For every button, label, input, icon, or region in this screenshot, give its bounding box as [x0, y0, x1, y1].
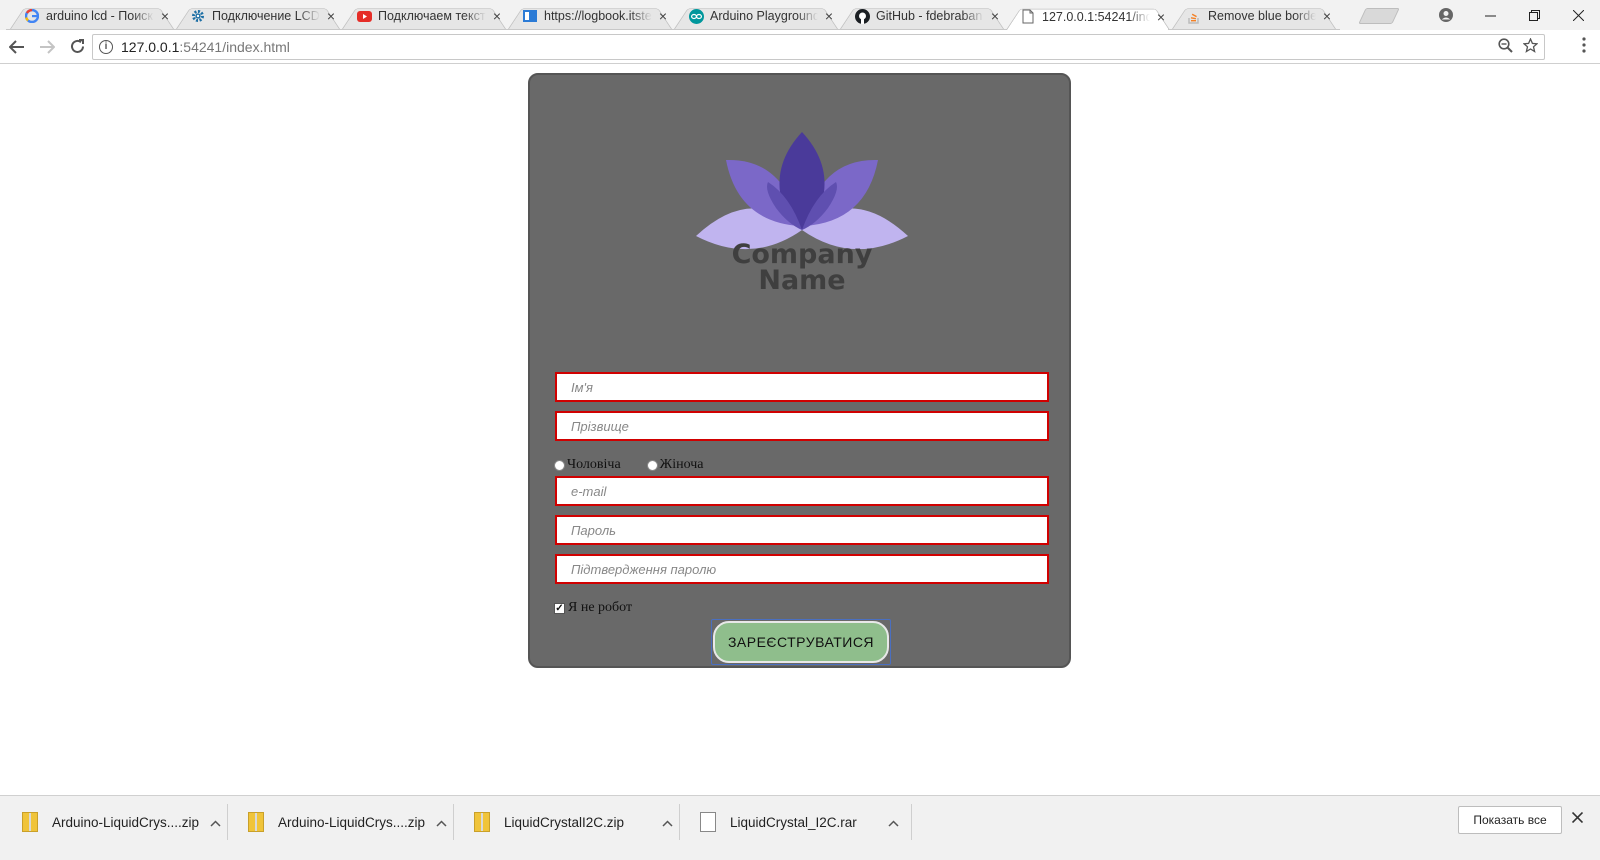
zoom-icon[interactable]: [1498, 38, 1513, 57]
file-icon: [700, 812, 716, 832]
register-button[interactable]: ЗАРЕЄСТРУВАТИСЯ: [713, 621, 889, 663]
reload-icon[interactable]: [64, 34, 90, 60]
zip-file-icon: [248, 812, 264, 832]
github-icon: [854, 8, 870, 24]
gear-icon: [190, 8, 206, 24]
close-icon[interactable]: ×: [490, 8, 504, 24]
forward-icon[interactable]: [34, 34, 60, 60]
tab-strip: arduino lcd - Поиск × Подключение LCD × …: [0, 0, 1600, 30]
registration-card: Company Name Чоловіча Жіноча ✓ Я не робо…: [528, 73, 1071, 668]
tab-title: arduino lcd - Поиск: [46, 9, 153, 23]
url-path: :54241/index.html: [179, 39, 290, 55]
tab-5[interactable]: GitHub - fdebraban ×: [836, 3, 1008, 30]
omnibox-actions: [1498, 37, 1539, 57]
tab-title: GitHub - fdebraban: [876, 9, 983, 23]
account-icon[interactable]: [1424, 1, 1468, 29]
submit-focus-ring: ЗАРЕЄСТРУВАТИСЯ: [711, 619, 891, 665]
info-icon[interactable]: i: [99, 40, 113, 54]
google-icon: [24, 8, 40, 24]
close-icon[interactable]: ×: [1154, 9, 1168, 25]
tab-2[interactable]: Подключаем тексто ×: [338, 3, 510, 30]
radio-female-label: Жіноча: [659, 457, 704, 472]
download-filename: LiquidCrystal_I2C.rar: [730, 814, 857, 830]
url-host: 127.0.0.1: [121, 39, 180, 55]
show-all-downloads-button[interactable]: Показать все: [1458, 806, 1562, 834]
address-bar[interactable]: i 127.0.0.1:54241/index.html: [92, 34, 1545, 60]
gender-selector: Чоловіча Жіноча: [554, 457, 729, 473]
close-icon[interactable]: ×: [988, 8, 1002, 24]
tab-7[interactable]: Remove blue borde ×: [1168, 3, 1340, 30]
new-tab-button[interactable]: [1358, 8, 1400, 24]
page-viewport: Company Name Чоловіча Жіноча ✓ Я не робо…: [0, 65, 1600, 795]
last-name-field[interactable]: [555, 411, 1049, 441]
download-item[interactable]: LiquidCrystalI2C.zip: [474, 804, 680, 840]
download-filename: Arduino-LiquidCrys....zip: [52, 814, 200, 830]
tab-title: Подключение LCD: [212, 9, 320, 23]
close-icon[interactable]: ×: [1320, 8, 1334, 24]
bookmark-star-icon[interactable]: [1522, 37, 1539, 57]
arduino-icon: [688, 8, 704, 24]
download-item[interactable]: Arduino-LiquidCrys....zip: [22, 804, 228, 840]
close-icon[interactable]: ×: [822, 8, 836, 24]
logbook-icon: [522, 8, 538, 24]
first-name-field[interactable]: [555, 372, 1049, 402]
tab-3[interactable]: https://logbook.itste ×: [504, 3, 676, 30]
back-icon[interactable]: [4, 34, 30, 60]
close-icon[interactable]: [1571, 808, 1584, 828]
robot-checkbox[interactable]: ✓: [554, 602, 565, 614]
minimize-icon[interactable]: [1468, 1, 1512, 29]
download-shelf: Arduino-LiquidCrys....zip Arduino-Liquid…: [0, 795, 1600, 860]
download-item[interactable]: Arduino-LiquidCrys....zip: [248, 804, 454, 840]
close-window-icon[interactable]: [1556, 1, 1600, 29]
logo-text-line2: Name: [758, 265, 846, 296]
password-confirm-field[interactable]: [555, 554, 1049, 584]
tab-1[interactable]: Подключение LCD ×: [172, 3, 344, 30]
password-field[interactable]: [555, 515, 1049, 545]
chevron-up-icon[interactable]: [204, 815, 226, 830]
radio-female[interactable]: [646, 459, 658, 471]
youtube-icon: [356, 8, 372, 24]
browser-toolbar: i 127.0.0.1:54241/index.html: [0, 30, 1600, 64]
download-item[interactable]: LiquidCrystal_I2C.rar: [700, 804, 912, 840]
page-icon: [1020, 9, 1036, 25]
stackoverflow-icon: [1186, 8, 1202, 24]
tab-title: 127.0.0.1:54241/inde: [1042, 9, 1150, 24]
robot-check: ✓ Я не робот: [554, 600, 632, 616]
radio-male-label: Чоловіча: [567, 457, 621, 472]
close-icon[interactable]: ×: [656, 8, 670, 24]
tab-0[interactable]: arduino lcd - Поиск ×: [6, 3, 178, 30]
radio-male[interactable]: [554, 459, 565, 471]
close-icon[interactable]: ×: [324, 8, 338, 24]
chevron-up-icon[interactable]: [882, 815, 904, 830]
company-logo: Company Name: [694, 130, 910, 305]
download-filename: Arduino-LiquidCrys....zip: [278, 814, 426, 830]
tab-title: Remove blue borde: [1208, 9, 1316, 23]
restore-icon[interactable]: [1512, 1, 1556, 29]
tab-title: Arduino Playground: [710, 9, 818, 23]
zip-file-icon: [474, 812, 490, 832]
tab-6[interactable]: 127.0.0.1:54241/inde ×: [1002, 3, 1174, 30]
chevron-up-icon[interactable]: [430, 815, 452, 830]
tab-title: https://logbook.itste: [544, 9, 652, 23]
email-field[interactable]: [555, 476, 1049, 506]
chevron-up-icon[interactable]: [656, 815, 678, 830]
menu-icon[interactable]: [1582, 37, 1586, 53]
zip-file-icon: [22, 812, 38, 832]
tab-4[interactable]: Arduino Playground ×: [670, 3, 842, 30]
tab-title: Подключаем тексто: [378, 9, 486, 23]
close-icon[interactable]: ×: [158, 8, 172, 24]
robot-checkbox-label: Я не робот: [568, 600, 633, 615]
download-filename: LiquidCrystalI2C.zip: [504, 814, 625, 830]
window-controls: [1424, 0, 1600, 30]
